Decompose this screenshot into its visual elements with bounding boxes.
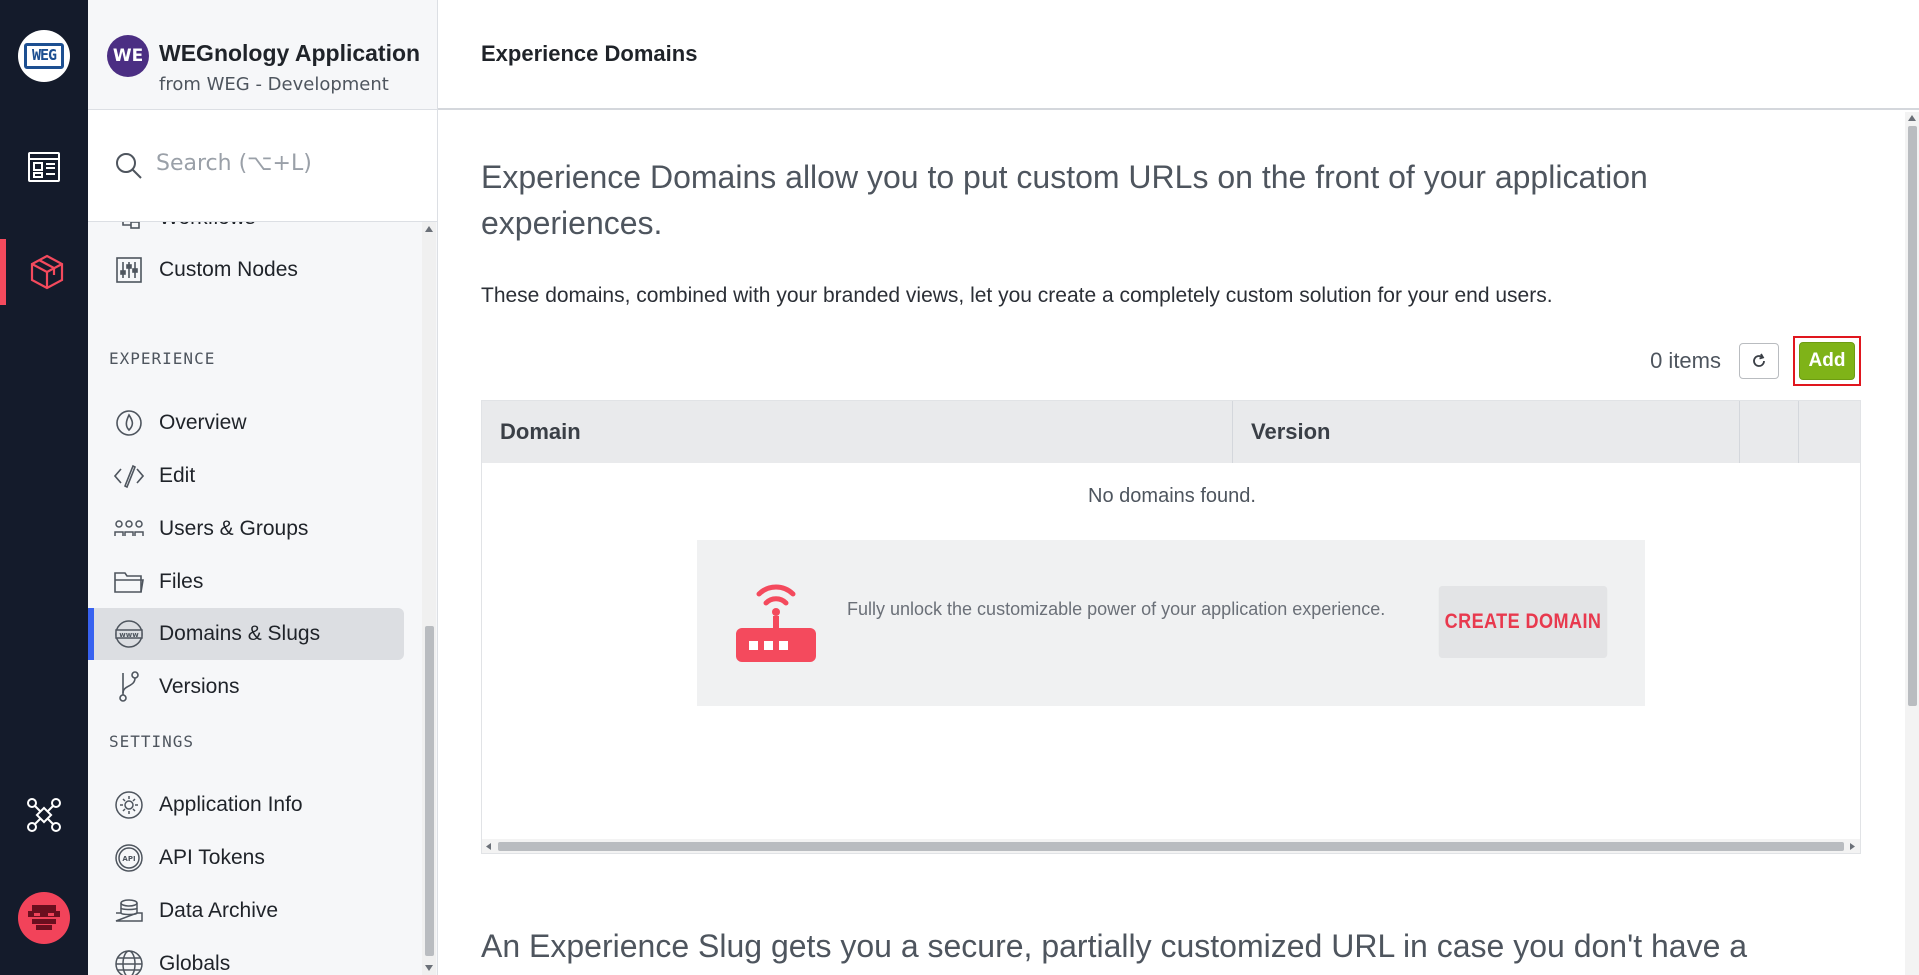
page-content: Experience Domains allow you to put cust… — [481, 110, 1861, 964]
gear-icon — [113, 789, 145, 821]
user-avatar-icon[interactable] — [18, 892, 70, 944]
scroll-right-icon[interactable] — [1850, 843, 1855, 850]
column-header-blank-1 — [1740, 401, 1799, 463]
sidebar-item-users-groups[interactable]: Users & Groups — [88, 503, 404, 555]
empty-state-message: No domains found. — [1088, 485, 1256, 507]
main-scroll-thumb[interactable] — [1908, 126, 1917, 706]
table-header: Domain Version — [482, 401, 1860, 463]
sidebar-item-custom-nodes[interactable]: Custom Nodes — [88, 244, 404, 296]
app-subtitle: from WEG - Development — [159, 74, 389, 95]
sidebar-item-label: Application Info — [159, 793, 303, 816]
api-token-icon: API — [113, 842, 145, 874]
section-settings: SETTINGS — [109, 732, 195, 751]
sidebar-item-globals[interactable]: Globals — [88, 938, 404, 975]
sidebar-item-label: Users & Groups — [159, 517, 309, 540]
table-toolbar: 0 items Add — [1650, 336, 1861, 386]
sidebar-item-label: Workflows — [159, 222, 255, 230]
sidebar-search[interactable]: Search (⌥+L) — [88, 110, 437, 222]
column-header-version[interactable]: Version — [1233, 401, 1740, 463]
sidebar-item-data-archive[interactable]: Data Archive — [88, 885, 404, 937]
page-title: Experience Domains — [481, 41, 698, 66]
sidebar-item-label: Globals — [159, 952, 231, 975]
description-text: These domains, combined with your brande… — [481, 284, 1553, 307]
sidebar-item-versions[interactable]: Versions — [88, 661, 404, 713]
add-button[interactable]: Add — [1799, 342, 1855, 380]
lead-text: Experience Domains allow you to put cust… — [481, 159, 1648, 241]
sidebar-item-label: Domains & Slugs — [159, 622, 321, 645]
main-scroll-up-icon[interactable] — [1908, 115, 1916, 121]
sidebar-item-label: Data Archive — [159, 899, 279, 922]
domains-table: Domain Version No domains found. Fully u… — [481, 400, 1861, 854]
sidebar-item-label: Overview — [159, 411, 247, 434]
sidebar-scroll-thumb[interactable] — [425, 626, 434, 956]
sidebar-nav: Workflows Custom Nodes EXPERIENCE Overvi… — [88, 222, 438, 975]
svg-text:www: www — [119, 631, 139, 639]
archive-icon — [113, 895, 145, 927]
column-header-domain[interactable]: Domain — [482, 401, 1233, 463]
column-header-blank-2 — [1799, 401, 1860, 463]
dashboards-icon[interactable] — [0, 134, 88, 200]
search-icon — [116, 153, 142, 179]
sidebar-item-label: Edit — [159, 464, 196, 487]
scroll-down-icon[interactable] — [425, 965, 433, 971]
branch-icon — [113, 671, 145, 703]
create-domain-promo: Fully unlock the customizable power of y… — [697, 540, 1645, 706]
refresh-button[interactable] — [1739, 343, 1779, 379]
applications-icon[interactable] — [0, 239, 88, 305]
slug-lead-text: An Experience Slug gets you a secure, pa… — [481, 928, 1748, 964]
table-horizontal-scrollbar[interactable] — [482, 839, 1860, 853]
router-wifi-icon — [736, 584, 816, 662]
main-scrollbar[interactable] — [1905, 112, 1919, 975]
application-sidebar: WE WEGnology Application from WEG - Deve… — [88, 0, 438, 975]
sidebar-item-edit[interactable]: Edit — [88, 450, 404, 502]
page-header: Experience Domains — [438, 0, 1919, 110]
section-experience: EXPERIENCE — [109, 349, 216, 368]
globe-icon — [113, 948, 145, 975]
app-header[interactable]: WE WEGnology Application from WEG - Deve… — [88, 0, 437, 110]
sidebar-item-overview[interactable]: Overview — [88, 397, 404, 449]
sidebar-item-label: API Tokens — [159, 846, 265, 869]
users-icon — [113, 513, 145, 545]
main-panel: Experience Domains Experience Domains al… — [438, 0, 1919, 975]
integrations-icon[interactable] — [0, 782, 88, 848]
sidebar-item-api-tokens[interactable]: API API Tokens — [88, 832, 404, 884]
sidebar-item-application-info[interactable]: Application Info — [88, 779, 404, 831]
sidebar-item-label: Files — [159, 570, 204, 593]
sidebar-item-domains-slugs[interactable]: www Domains & Slugs — [88, 608, 404, 660]
sidebar-item-files[interactable]: Files — [88, 556, 404, 608]
promo-text: Fully unlock the customizable power of y… — [847, 599, 1386, 619]
item-count: 0 items — [1650, 348, 1721, 373]
weg-logo[interactable]: WEG — [18, 30, 70, 82]
overview-icon — [113, 407, 145, 439]
search-placeholder[interactable]: Search (⌥+L) — [156, 151, 312, 176]
app-avatar: WE — [107, 35, 149, 77]
refresh-icon — [1753, 353, 1765, 367]
svg-text:API: API — [122, 855, 135, 863]
scroll-left-icon[interactable] — [486, 843, 491, 850]
global-rail: WEG — [0, 0, 88, 975]
weg-logo-text: WEG — [24, 43, 64, 69]
scroll-up-icon[interactable] — [425, 226, 433, 232]
sidebar-scrollbar[interactable] — [422, 222, 436, 975]
add-button-highlight: Add — [1793, 336, 1861, 386]
sidebar-item-label: Custom Nodes — [159, 258, 298, 281]
sliders-icon — [113, 254, 145, 286]
workflows-icon — [113, 222, 145, 234]
code-pen-icon — [113, 460, 145, 492]
app-name: WEGnology Application — [159, 40, 421, 66]
folder-icon — [113, 566, 145, 598]
sidebar-item-workflows[interactable]: Workflows — [88, 222, 404, 244]
table-scroll-thumb[interactable] — [498, 842, 1844, 851]
create-domain-button[interactable]: CREATE DOMAIN — [1438, 586, 1608, 658]
www-globe-icon: www — [113, 618, 145, 650]
sidebar-item-label: Versions — [159, 675, 240, 698]
